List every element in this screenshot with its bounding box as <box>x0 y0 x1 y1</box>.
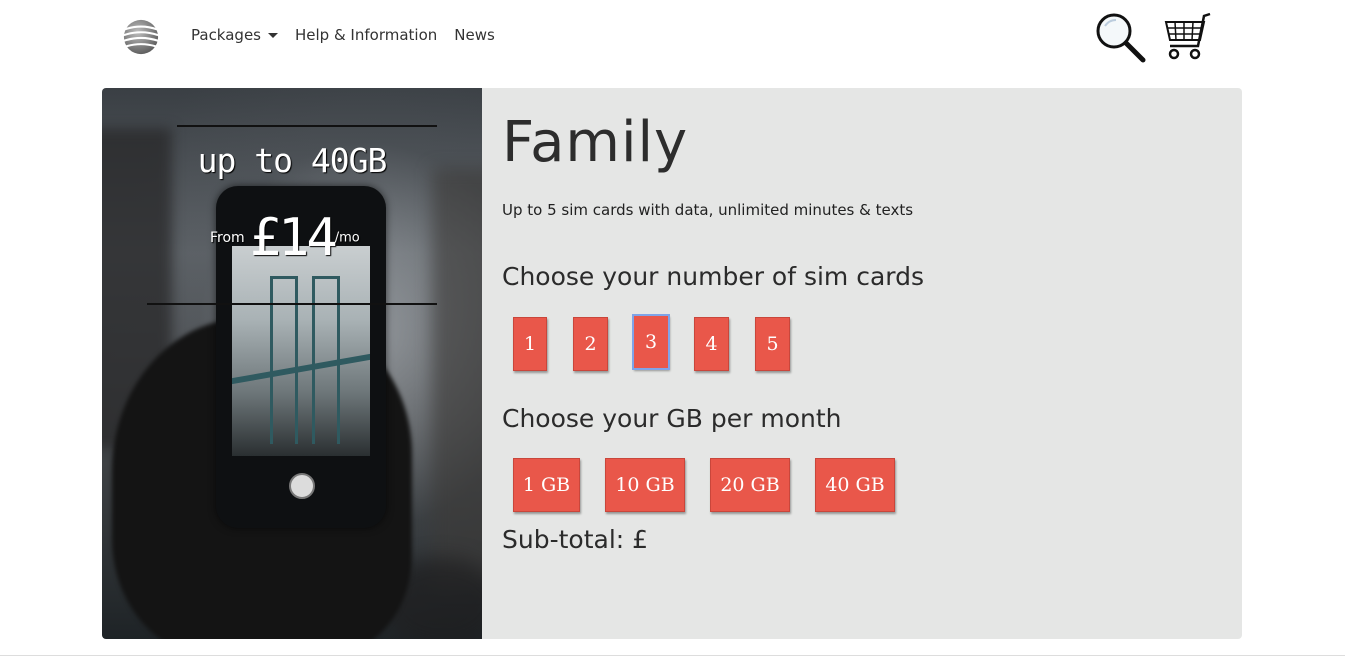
sim-option-4[interactable]: 4 <box>694 317 729 371</box>
hero-headline: up to 40GB <box>197 141 388 180</box>
bridge-tower <box>270 276 298 444</box>
gb-option-20[interactable]: 20 GB <box>710 458 790 512</box>
per-month-label: /mo <box>334 230 360 246</box>
shutter-button-icon <box>289 473 315 499</box>
sim-option-1[interactable]: 1 <box>513 317 547 371</box>
subtotal: Sub-total: £ <box>502 525 649 554</box>
sim-option-5[interactable]: 5 <box>755 317 790 371</box>
bridge-deck <box>232 353 370 385</box>
sim-count-heading: Choose your number of sim cards <box>502 262 925 291</box>
nav-packages-label: Packages <box>191 26 261 44</box>
att-globe-logo[interactable] <box>122 18 160 56</box>
from-label: From <box>210 230 245 246</box>
nav-help-information[interactable]: Help & Information <box>295 26 437 44</box>
nav-news[interactable]: News <box>454 26 495 44</box>
plan-title: Family <box>502 110 689 175</box>
nav-packages[interactable]: Packages <box>191 26 278 44</box>
plan-subtitle: Up to 5 sim cards with data, unlimited m… <box>502 201 914 219</box>
navbar: Packages Help & Information News <box>0 0 1345 72</box>
hero-divider-top <box>177 125 437 127</box>
page-divider <box>0 655 1345 656</box>
caret-down-icon <box>268 33 278 38</box>
hero-divider-bottom <box>147 303 437 305</box>
sim-option-3[interactable]: 3 <box>632 314 670 370</box>
search-icon[interactable] <box>1093 10 1147 64</box>
plan-panel: Family Up to 5 sim cards with data, unli… <box>482 88 1242 639</box>
gb-option-40[interactable]: 40 GB <box>815 458 895 512</box>
gb-heading: Choose your GB per month <box>502 404 842 433</box>
gb-option-1[interactable]: 1 GB <box>513 458 580 512</box>
hero-price: From £14/mo <box>210 208 360 268</box>
hero-image: up to 40GB From £14/mo <box>102 88 482 639</box>
nav-links: Packages Help & Information News <box>191 26 512 44</box>
background-building <box>432 168 482 588</box>
phone-screen-photo <box>232 246 370 456</box>
cart-icon[interactable] <box>1162 12 1212 62</box>
price-amount: £14 <box>249 208 338 268</box>
sim-option-2[interactable]: 2 <box>573 317 608 371</box>
gb-option-10[interactable]: 10 GB <box>605 458 685 512</box>
